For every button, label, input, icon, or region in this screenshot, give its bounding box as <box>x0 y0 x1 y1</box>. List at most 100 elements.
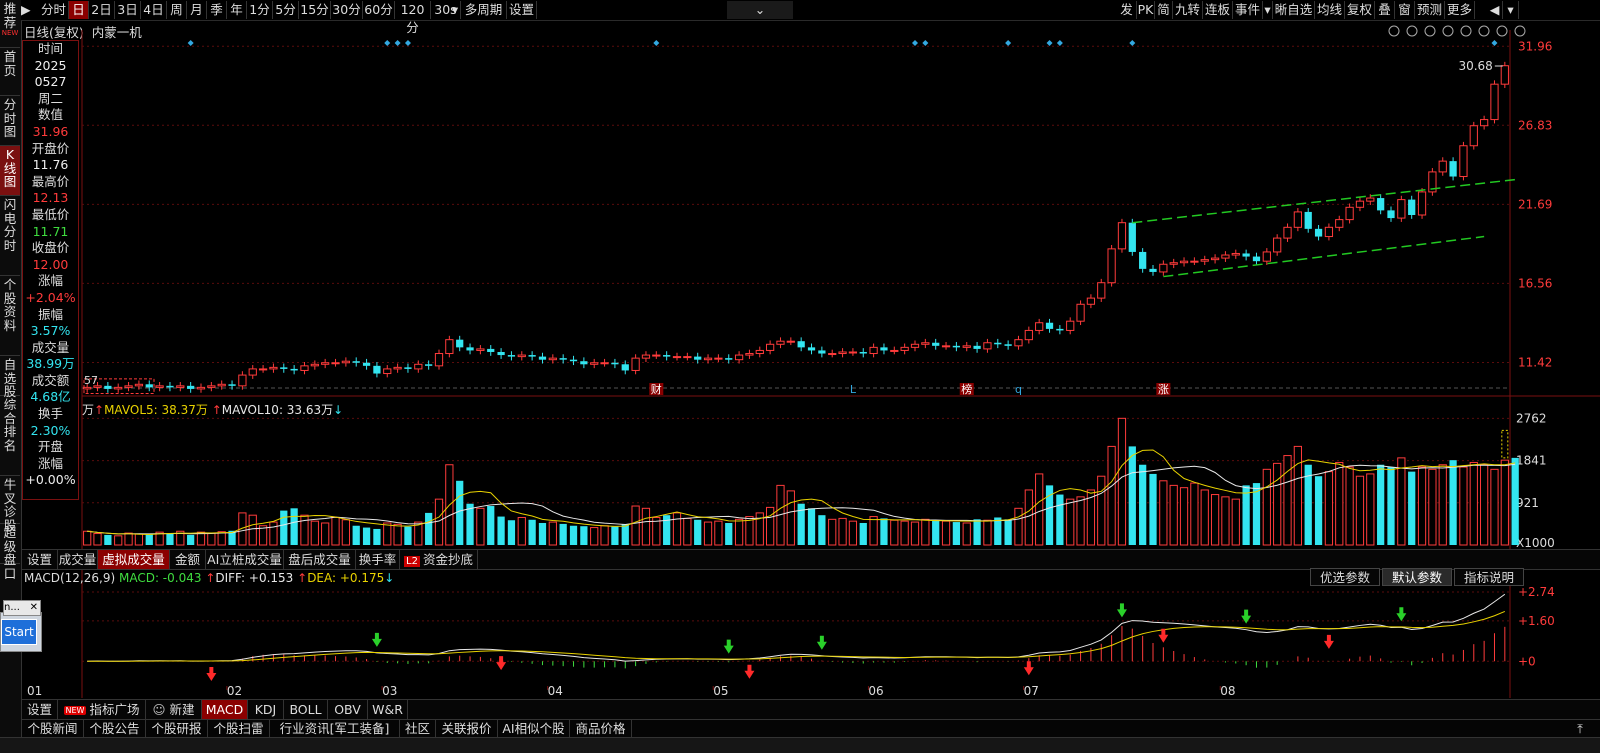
volume-bar <box>476 507 485 546</box>
candle-body <box>1221 254 1230 259</box>
candle-body <box>641 354 651 359</box>
volume-tab[interactable]: 金额 <box>170 550 206 569</box>
volume-bar <box>1107 445 1116 546</box>
month-label: 04 <box>548 684 563 698</box>
kline-chart[interactable]: 31.96 26.83 21.69 16.56 11.42 57 30.68 财 L 榜 q 涨 276… <box>0 0 1600 752</box>
candle-body <box>818 350 826 354</box>
volume-bar <box>166 533 174 545</box>
candle-body <box>600 362 609 365</box>
candle-body <box>1210 257 1220 261</box>
settings-icon[interactable] <box>1388 25 1400 37</box>
volume-axis-label: 2762 <box>1516 411 1547 425</box>
volume-tab[interactable]: AI立桩成交量 <box>206 550 284 569</box>
news-tab[interactable]: 商品价格 <box>570 720 632 738</box>
macd-param-button[interactable]: 优选参数 <box>1310 568 1380 586</box>
volume-bar <box>352 525 360 545</box>
volume-tab[interactable]: 设置 <box>22 550 58 569</box>
volume-bar <box>590 527 599 546</box>
zoom-in-icon[interactable] <box>1496 25 1508 37</box>
news-tab[interactable]: 行业资讯[军工装备] <box>270 720 400 738</box>
high-label: 最高价 <box>31 173 70 189</box>
volume-bar <box>1117 417 1127 546</box>
volume-bar <box>269 521 278 546</box>
indicator-tab-label: 新建 <box>169 702 195 717</box>
volume-bar <box>404 526 412 545</box>
volume-tab[interactable]: 换手率 <box>356 550 400 569</box>
news-tab[interactable]: 个股扫雷 <box>208 720 270 738</box>
volume-bar <box>1210 494 1220 546</box>
candle-body <box>1377 198 1385 211</box>
candle-body <box>331 362 340 365</box>
volume-bar <box>248 514 257 546</box>
new-badge: NEW <box>63 706 87 715</box>
volume-bar <box>890 519 899 546</box>
volume-bar <box>725 522 733 545</box>
candle-body <box>300 365 309 371</box>
volume-tab[interactable]: 虚拟成交量 <box>98 550 170 569</box>
news-tab[interactable]: 个股研报 <box>146 720 208 738</box>
mavol5-text: MAVOL5: 38.37万 <box>104 403 208 417</box>
indicator-tab-label: BOLL <box>289 702 322 717</box>
volume-tab[interactable]: 成交量 <box>58 550 98 569</box>
start-button[interactable]: Start <box>1 619 37 645</box>
weekday: 周二 <box>37 90 63 106</box>
news-tab[interactable]: AI相似个股 <box>498 720 570 738</box>
candle-body <box>776 340 785 345</box>
sell-arrow-icon <box>1396 607 1407 622</box>
volume-bar <box>1242 485 1250 545</box>
buy-arrow-icon <box>1158 628 1169 643</box>
indicator-tab[interactable]: MACD <box>202 700 248 719</box>
candle-body <box>258 368 268 371</box>
indicator-tab[interactable]: OBV <box>328 700 368 719</box>
volume-bar <box>1262 468 1271 546</box>
close-icon[interactable]: ✕ <box>30 601 38 615</box>
indicator-tab[interactable]: BOLL <box>284 700 328 719</box>
share-icon[interactable] <box>1478 25 1490 37</box>
event-marker: 榜 <box>961 382 972 396</box>
open-label: 开盘价 <box>31 140 70 156</box>
volume-bar <box>300 514 309 546</box>
indicator-tab-label: MACD <box>205 702 244 717</box>
macd-param-button[interactable]: 指标说明 <box>1454 568 1524 586</box>
eye-icon[interactable] <box>1424 25 1436 37</box>
indicator-tab[interactable]: NEW 指标广场 <box>58 700 146 719</box>
volume-bar <box>528 519 536 545</box>
indicator-tab[interactable]: ☺ 新建 <box>146 700 202 719</box>
indicator-tab[interactable]: 设置 <box>22 700 58 719</box>
volume-bar <box>1014 507 1023 546</box>
price-axis-label: 31.96 <box>1518 39 1552 53</box>
volume-bar <box>848 520 858 546</box>
candle-body <box>932 342 940 346</box>
low-label: 最低价 <box>31 206 70 222</box>
zoom-out-icon[interactable] <box>1514 25 1526 37</box>
candle-body <box>745 353 754 356</box>
indicator-tab[interactable]: KDJ <box>248 700 284 719</box>
last-price-label: 30.68 <box>1458 59 1492 73</box>
candle-body <box>217 383 226 387</box>
pen-icon[interactable] <box>1406 25 1418 37</box>
indicator-tab[interactable]: W&R <box>368 700 408 719</box>
candle-body <box>1252 256 1261 262</box>
candle-body <box>890 349 899 352</box>
event-diamond-icon <box>187 40 194 46</box>
candle-body <box>611 362 619 365</box>
event-marker: 涨 <box>1158 383 1169 396</box>
event-diamond-icon <box>922 40 929 46</box>
volume-bar <box>1200 489 1209 546</box>
candle-body <box>352 361 360 363</box>
news-tab[interactable]: 社区 <box>400 720 436 738</box>
news-tab[interactable]: 个股新闻 <box>22 720 84 738</box>
macd-param-button[interactable]: 默认参数 <box>1382 568 1452 586</box>
collapse-top-icon[interactable]: ⤒ <box>1560 720 1600 738</box>
basket-icon[interactable] <box>1460 25 1472 37</box>
news-tab[interactable]: 个股公告 <box>84 720 146 738</box>
up-arrow-icon: ↑ <box>94 403 105 417</box>
news-tab[interactable]: 关联报价 <box>436 720 498 738</box>
volume-tab[interactable]: L2 资金抄底 <box>400 550 478 569</box>
candle-body <box>155 385 164 388</box>
volume-bar <box>507 520 516 545</box>
diff-value: DIFF: +0.153 <box>215 571 294 585</box>
volume-tab[interactable]: 盘后成交量 <box>284 550 356 569</box>
event-diamond-icon <box>653 40 660 46</box>
lock-icon[interactable] <box>1442 25 1454 37</box>
